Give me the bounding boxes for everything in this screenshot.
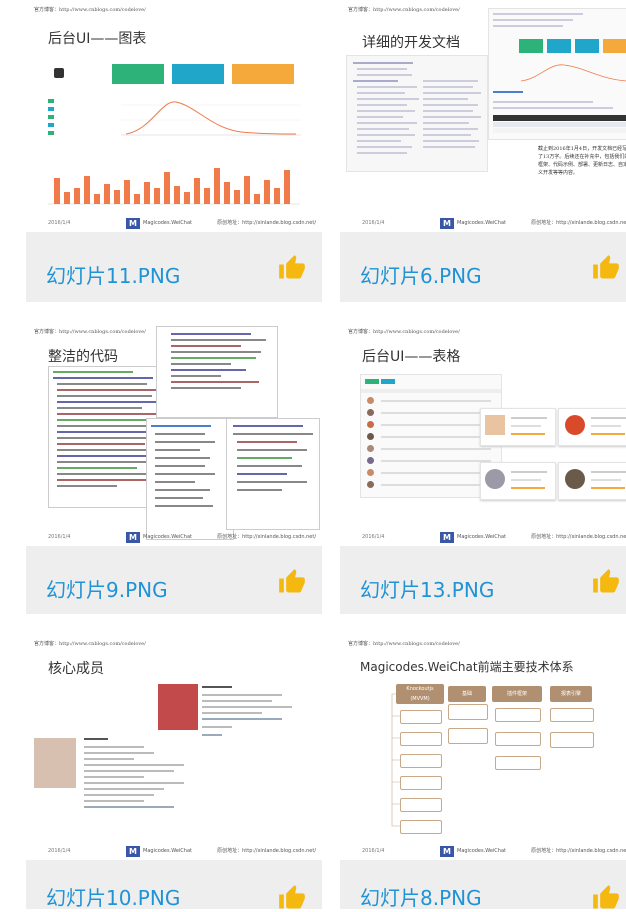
- slide-blog-url: 原创地址：http://xinlande.blog.csdn.net/: [531, 848, 626, 854]
- logo-icon: M: [440, 531, 454, 543]
- slide-logo: M Magicodes.WeiChat: [126, 531, 192, 543]
- slide-caption[interactable]: 幻灯片8.PNG: [360, 882, 482, 911]
- thumbs-up-icon[interactable]: [278, 568, 306, 596]
- logo-icon: M: [126, 531, 140, 543]
- logo-icon: M: [440, 845, 454, 857]
- slide-title: 整洁的代码: [48, 349, 118, 365]
- slide-date: 2016/1/4: [362, 220, 385, 226]
- slide-url: 官方博客：http://www.cnblogs.com/codelove/: [34, 329, 146, 335]
- slide-card[interactable]: 官方博客：http://www.cnblogs.com/codelove/ 后台…: [340, 322, 626, 614]
- slide-logo: M Magicodes.WeiChat: [440, 531, 506, 543]
- slide-blog-url: 原创地址：http://xinlande.blog.csdn.net/: [531, 534, 626, 540]
- thumbs-up-icon[interactable]: [592, 254, 620, 282]
- slide-logo: M Magicodes.WeiChat: [126, 217, 192, 229]
- slide-caption[interactable]: 幻灯片13.PNG: [360, 574, 494, 603]
- slide-title: 核心成员: [48, 661, 104, 677]
- line-chart: [121, 101, 301, 136]
- caption-bar: 幻灯片10.PNG: [26, 860, 322, 912]
- slide-card[interactable]: 官方博客：http://www.cnblogs.com/codelove/ 整洁…: [26, 322, 322, 614]
- slide-url: 官方博客：http://www.cnblogs.com/codelove/: [34, 641, 146, 647]
- connector-lines: [391, 693, 400, 827]
- caption-bar: 幻灯片9.PNG: [26, 546, 322, 614]
- contact-card: [480, 462, 556, 500]
- slide-caption[interactable]: 幻灯片11.PNG: [46, 260, 180, 289]
- slide-card[interactable]: 官方博客：http://www.cnblogs.com/codelove/ 后台…: [26, 0, 322, 302]
- slide-date: 2016/1/4: [48, 534, 71, 540]
- caption-bar: 幻灯片6.PNG: [340, 232, 626, 302]
- slide-thumbnail[interactable]: 官方博客：http://www.cnblogs.com/codelove/ 整洁…: [26, 322, 322, 546]
- slide-blog-url: 原创地址：http://xinlande.blog.csdn.net/: [531, 220, 626, 226]
- caption-bar: 幻灯片11.PNG: [26, 232, 322, 302]
- slide-thumbnail[interactable]: 官方博客：http://www.cnblogs.com/codelove/ 后台…: [340, 322, 626, 546]
- logo-icon: M: [126, 217, 140, 229]
- slide-thumbnail[interactable]: 官方博客：http://www.cnblogs.com/codelove/ 详细…: [340, 0, 626, 232]
- slide-url: 官方博客：http://www.cnblogs.com/codelove/: [348, 329, 460, 335]
- handwritten-note: 截止到2016年1月4日，开发文档已经写了13万字。后续还在补充中，包括我们的框…: [538, 146, 626, 176]
- slide-date: 2016/1/4: [48, 848, 71, 854]
- slide-logo: M Magicodes.WeiChat: [440, 217, 506, 229]
- slide-card[interactable]: 官方博客：http://www.cnblogs.com/codelove/ 核心…: [26, 634, 322, 912]
- caption-bar: 幻灯片8.PNG: [340, 860, 626, 912]
- slide-card[interactable]: 官方博客：http://www.cnblogs.com/codelove/ 详细…: [340, 0, 626, 302]
- slide-title: 后台UI——图表: [48, 31, 147, 47]
- thumbs-up-icon[interactable]: [278, 254, 306, 282]
- member-info: [202, 686, 312, 756]
- code-screenshot: [146, 418, 234, 540]
- legend-list: [48, 95, 108, 140]
- thumbs-up-icon[interactable]: [278, 884, 306, 912]
- doc-tree: [346, 55, 488, 172]
- caption-bar: 幻灯片13.PNG: [340, 546, 626, 614]
- slide-blog-url: 原创地址：http://xinlande.blog.csdn.net/: [217, 848, 316, 854]
- slide-thumbnail[interactable]: 官方博客：http://www.cnblogs.com/codelove/ 核心…: [26, 634, 322, 860]
- slide-caption[interactable]: 幻灯片9.PNG: [46, 574, 168, 603]
- slide-date: 2016/1/4: [362, 534, 385, 540]
- thumbs-up-icon[interactable]: [592, 568, 620, 596]
- slide-logo: M Magicodes.WeiChat: [440, 845, 506, 857]
- slide-url: 官方博客：http://www.cnblogs.com/codelove/: [348, 7, 460, 13]
- slide-blog-url: 原创地址：http://xinlande.blog.csdn.net/: [217, 220, 316, 226]
- trophy-icon: [54, 68, 64, 78]
- contact-card: [480, 408, 556, 446]
- code-screenshot: [156, 326, 278, 418]
- slide-caption[interactable]: 幻灯片10.PNG: [46, 882, 180, 911]
- contact-card: [558, 408, 626, 446]
- slide-title: 后台UI——表格: [362, 349, 461, 365]
- slide-caption[interactable]: 幻灯片6.PNG: [360, 260, 482, 289]
- bar-chart: [48, 168, 300, 205]
- slide-thumbnail[interactable]: 官方博客：http://www.cnblogs.com/codelove/ Ma…: [340, 634, 626, 860]
- stat-tile: [232, 64, 294, 84]
- slide-blog-url: 原创地址：http://xinlande.blog.csdn.net/: [217, 534, 316, 540]
- contact-card: [558, 462, 626, 500]
- stat-tile: [172, 64, 224, 84]
- doc-screenshot: [488, 8, 626, 140]
- logo-icon: M: [440, 217, 454, 229]
- thumbs-up-icon[interactable]: [592, 884, 620, 912]
- slide-date: 2016/1/4: [362, 848, 385, 854]
- stat-tile: [112, 64, 164, 84]
- logo-icon: M: [126, 845, 140, 857]
- slide-logo: M Magicodes.WeiChat: [126, 845, 192, 857]
- member-photo: [34, 738, 76, 788]
- slide-date: 2016/1/4: [48, 220, 71, 226]
- member-info: [84, 738, 194, 838]
- slide-thumbnail[interactable]: 官方博客：http://www.cnblogs.com/codelove/ 后台…: [26, 0, 322, 232]
- slide-card[interactable]: 官方博客：http://www.cnblogs.com/codelove/ Ma…: [340, 634, 626, 912]
- code-screenshot: [226, 418, 320, 530]
- slide-url: 官方博客：http://www.cnblogs.com/codelove/: [34, 7, 146, 13]
- member-photo: [158, 684, 198, 730]
- slide-title: 详细的开发文档: [362, 35, 460, 51]
